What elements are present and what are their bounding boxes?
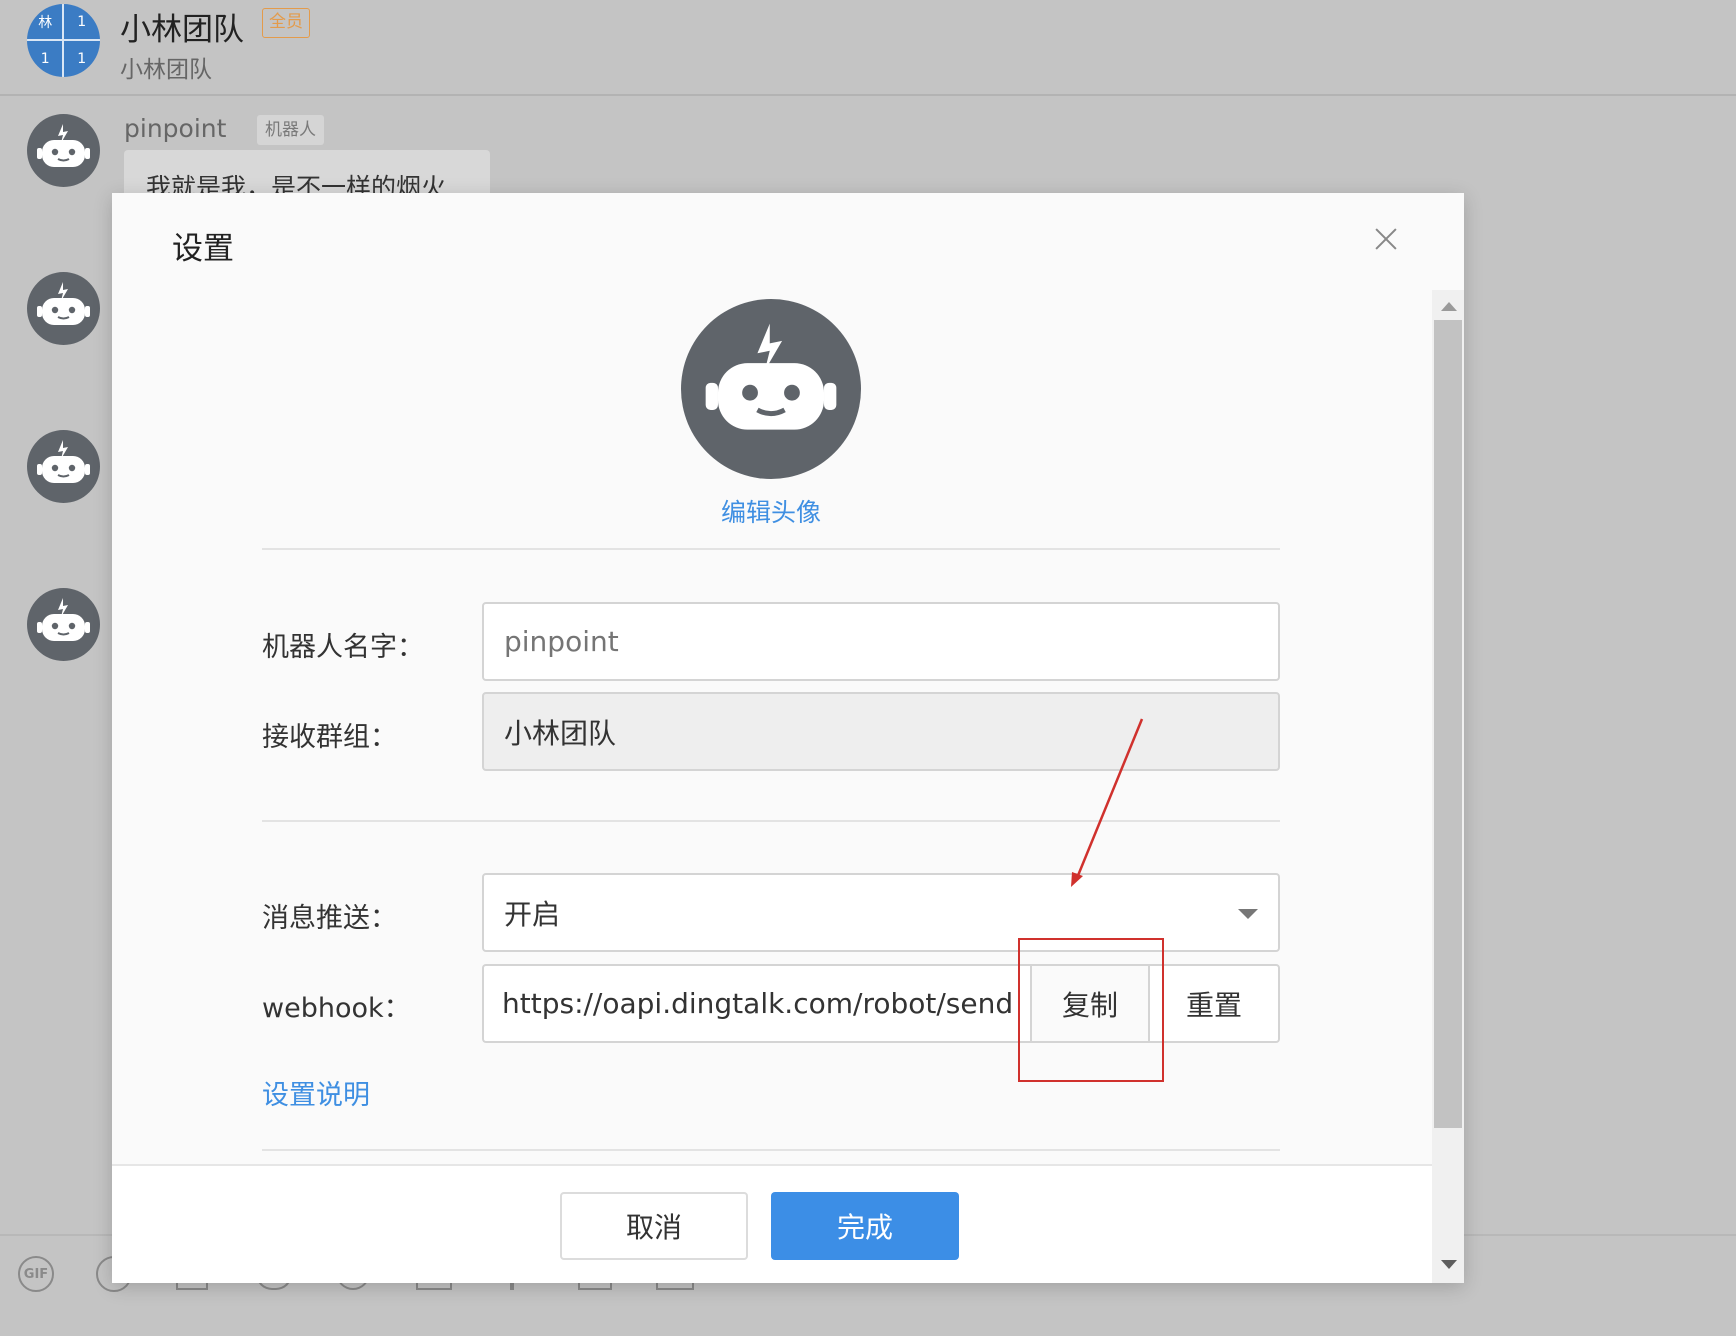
member-badge: 全员: [262, 8, 310, 38]
robot-icon: [37, 598, 90, 641]
robot-avatar-large[interactable]: [681, 299, 861, 479]
robot-icon: [37, 440, 90, 483]
group-avatar-cell: 1: [77, 50, 87, 67]
group-subtitle: 小林团队: [120, 57, 212, 83]
group-title: 小林团队: [120, 12, 244, 48]
gif-icon[interactable]: GIF: [18, 1256, 54, 1292]
settings-dialog: 设置 编辑头像 机器人名字： 接收群组： 小林团队 消息推送： 开启 webho…: [112, 193, 1464, 1283]
push-label: 消息推送：: [262, 903, 397, 934]
edit-avatar-link[interactable]: 编辑头像: [112, 493, 1430, 529]
sender-name: pinpoint: [124, 114, 227, 143]
receive-group-label: 接收群组：: [262, 722, 397, 753]
push-select-value: 开启: [504, 897, 561, 931]
robot-name-input[interactable]: [482, 602, 1280, 681]
divider: [262, 1149, 1280, 1151]
scrollbar[interactable]: [1432, 290, 1464, 1283]
reset-button[interactable]: 重置: [1148, 964, 1280, 1043]
dialog-title: 设置: [172, 231, 234, 267]
group-avatar-cell: 林: [38, 15, 53, 32]
group-avatar[interactable]: 林 1 1 1: [27, 4, 100, 77]
scroll-down-icon[interactable]: [1441, 1260, 1457, 1269]
robot-icon: [37, 282, 90, 325]
settings-help-link[interactable]: 设置说明: [262, 1073, 370, 1112]
group-avatar-cell: 1: [40, 50, 50, 67]
scrollbar-thumb[interactable]: [1434, 320, 1462, 1128]
done-button[interactable]: 完成: [771, 1192, 959, 1260]
robot-avatar[interactable]: [27, 114, 100, 187]
robot-tag: 机器人: [257, 115, 324, 145]
robot-avatar[interactable]: [27, 588, 100, 661]
robot-avatar[interactable]: [27, 430, 100, 503]
divider: [262, 548, 1280, 550]
cancel-button[interactable]: 取消: [560, 1192, 748, 1260]
divider: [262, 820, 1280, 822]
webhook-input[interactable]: https://oapi.dingtalk.com/robot/send: [482, 964, 1030, 1043]
receive-group-field: 小林团队: [482, 692, 1280, 771]
close-icon[interactable]: [1374, 227, 1398, 251]
webhook-label: webhook：: [262, 993, 411, 1024]
chevron-down-icon: [1238, 909, 1258, 919]
robot-icon: [37, 124, 90, 167]
chat-header: 林 1 1 1 小林团队 全员 小林团队: [0, 0, 1736, 96]
scroll-up-icon[interactable]: [1441, 302, 1457, 311]
robot-avatar[interactable]: [27, 272, 100, 345]
annotation-highlight-box: [1018, 938, 1164, 1082]
group-avatar-cell: 1: [77, 14, 87, 31]
robot-name-label: 机器人名字：: [262, 632, 424, 663]
avatar-divider: [27, 39, 100, 41]
robot-icon: [705, 323, 837, 430]
dialog-footer: 取消 完成: [112, 1164, 1432, 1283]
